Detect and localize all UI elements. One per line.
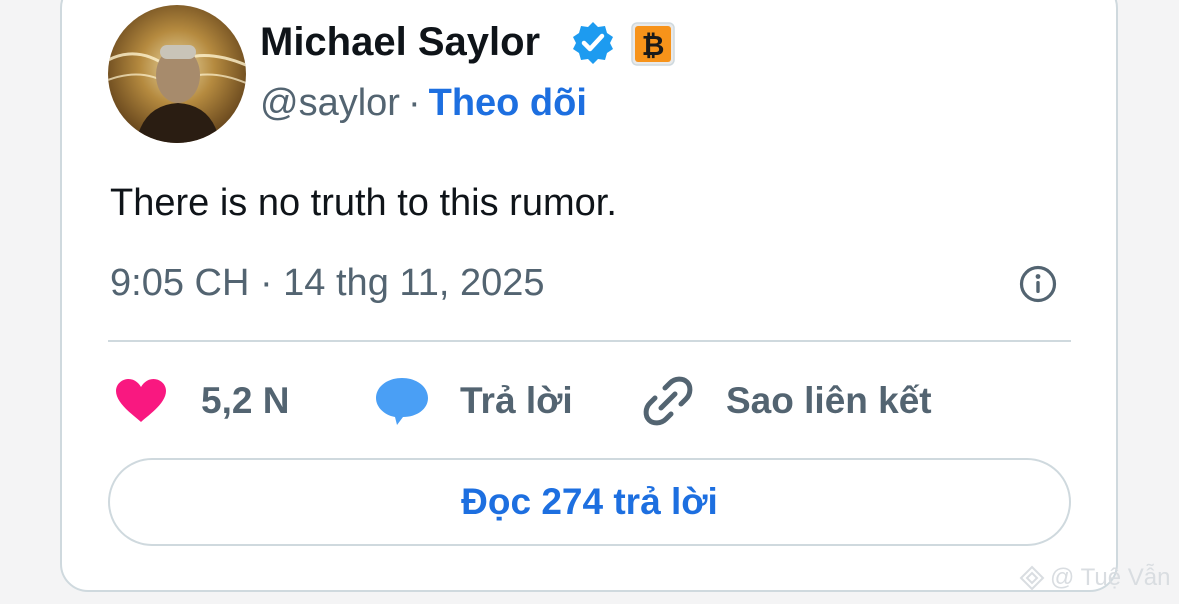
read-replies-button[interactable]: Đọc 274 trả lời — [108, 458, 1071, 546]
read-replies-label: Đọc 274 trả lời — [461, 481, 718, 522]
tweet-timestamp[interactable]: 9:05 CH · 14 thg 11, 2025 — [110, 260, 544, 306]
watermark: @ Tuệ Vẫn — [1018, 563, 1170, 593]
tweet-text: There is no truth to this rumor. — [110, 182, 617, 224]
author-handle[interactable]: @saylor — [260, 82, 400, 124]
svg-text:₿: ₿ — [642, 29, 665, 62]
bitcoin-icon[interactable]: ₿ — [631, 22, 675, 66]
verified-badge-icon — [573, 22, 613, 64]
reply-bubble-icon — [376, 378, 428, 425]
separator-dot: · — [407, 82, 421, 124]
copy-link-button[interactable]: Sao liên kết — [641, 376, 932, 426]
like-button[interactable]: 5,2 N — [114, 376, 289, 426]
avatar[interactable] — [108, 5, 246, 143]
copy-link-label: Sao liên kết — [726, 380, 932, 421]
like-count: 5,2 N — [201, 380, 290, 421]
reply-label: Trả lời — [460, 380, 573, 421]
info-icon[interactable] — [1018, 264, 1058, 304]
follow-button[interactable]: Theo dõi — [429, 82, 587, 124]
page: Michael Saylor ₿ @saylor · Theo dõi There … — [0, 0, 1179, 604]
divider — [108, 340, 1071, 342]
link-icon — [643, 376, 693, 426]
author-name[interactable]: Michael Saylor — [260, 18, 540, 66]
reply-button[interactable]: Trả lời — [374, 376, 573, 426]
heart-icon — [116, 379, 166, 422]
handle-row: @saylor · Theo dõi — [260, 80, 587, 126]
binance-logo-icon — [1019, 565, 1045, 591]
watermark-text: @ Tuệ Vẫn — [1050, 564, 1171, 591]
